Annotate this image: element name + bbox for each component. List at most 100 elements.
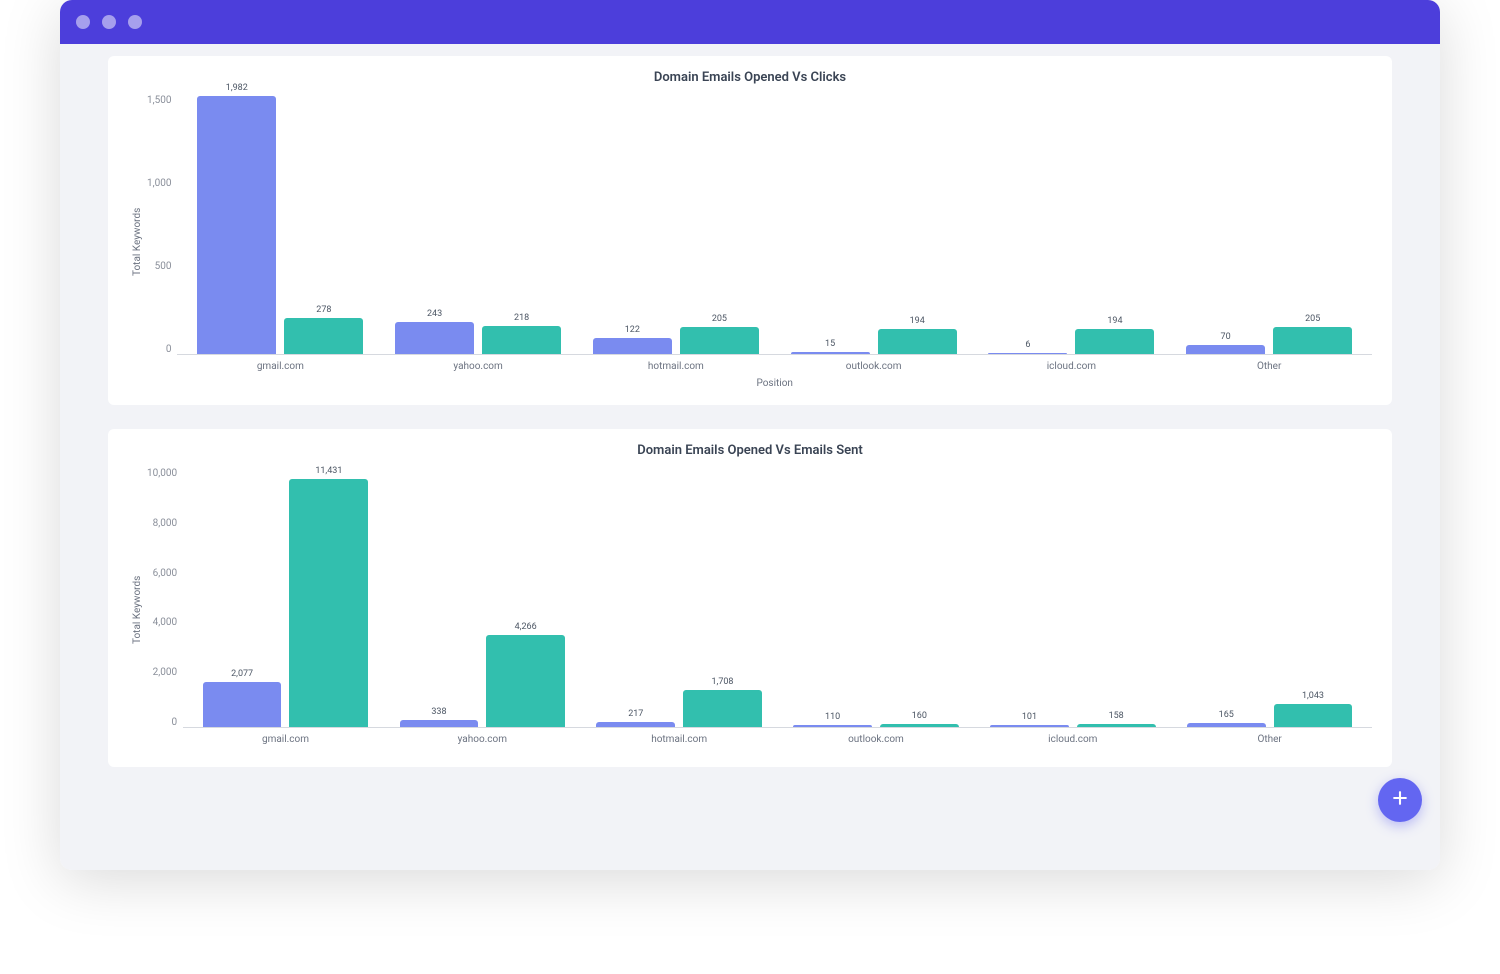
bar-wrap: 1,708 bbox=[683, 677, 762, 727]
browser-frame: Domain Emails Opened Vs Clicks Total Key… bbox=[60, 0, 1440, 870]
bar-value-label: 1,982 bbox=[226, 83, 248, 93]
traffic-light-zoom[interactable] bbox=[128, 15, 142, 29]
bar[interactable] bbox=[1077, 724, 1156, 727]
bar-wrap: 338 bbox=[400, 707, 479, 727]
x-tick-label: yahoo.com bbox=[379, 361, 577, 372]
bar-value-label: 1,043 bbox=[1302, 691, 1324, 701]
bar[interactable] bbox=[289, 479, 368, 727]
chart-card-opened-vs-clicks: Domain Emails Opened Vs Clicks Total Key… bbox=[108, 56, 1392, 405]
bar-wrap: 217 bbox=[596, 709, 675, 727]
bars-row: 2,07711,4313384,2662171,7081101601011581… bbox=[183, 468, 1372, 728]
bar[interactable] bbox=[593, 338, 672, 354]
y-tick: 0 bbox=[171, 717, 177, 728]
y-axis-label: Total Keywords bbox=[128, 95, 147, 389]
y-tick: 8,000 bbox=[153, 518, 177, 529]
bar[interactable] bbox=[878, 329, 957, 354]
bar-value-label: 194 bbox=[1107, 316, 1122, 326]
bar[interactable] bbox=[793, 725, 872, 727]
traffic-light-minimize[interactable] bbox=[102, 15, 116, 29]
y-tick: 6,000 bbox=[153, 568, 177, 579]
browser-header bbox=[60, 0, 1440, 44]
plot-area: 2,07711,4313384,2662171,7081101601011581… bbox=[183, 468, 1372, 751]
x-tick-label: Other bbox=[1171, 734, 1368, 745]
bar-wrap: 205 bbox=[1273, 314, 1352, 354]
bar[interactable] bbox=[683, 690, 762, 727]
bar-value-label: 194 bbox=[910, 316, 925, 326]
bar[interactable] bbox=[486, 635, 565, 727]
bar[interactable] bbox=[1274, 704, 1353, 727]
category-group: 101 158 bbox=[974, 711, 1171, 727]
bar[interactable] bbox=[596, 722, 675, 727]
bar-wrap: 160 bbox=[880, 711, 959, 727]
bar-wrap: 218 bbox=[482, 313, 561, 354]
bar[interactable] bbox=[203, 682, 282, 727]
y-axis-ticks: 10,000 8,000 6,000 4,000 2,000 0 bbox=[147, 468, 183, 728]
bar[interactable] bbox=[1075, 329, 1154, 354]
bar[interactable] bbox=[680, 327, 759, 354]
x-axis-labels: gmail.comyahoo.comhotmail.comoutlook.com… bbox=[183, 728, 1372, 745]
x-tick-label: yahoo.com bbox=[384, 734, 581, 745]
traffic-lights bbox=[76, 15, 142, 29]
bar[interactable] bbox=[791, 352, 870, 354]
y-axis-ticks: 1,500 1,000 500 0 bbox=[147, 95, 177, 355]
y-tick: 2,000 bbox=[153, 667, 177, 678]
chart-body: Total Keywords 10,000 8,000 6,000 4,000 2,00… bbox=[128, 468, 1372, 751]
bar-wrap: 1,982 bbox=[197, 83, 276, 354]
bar-value-label: 217 bbox=[628, 709, 643, 719]
bar-value-label: 218 bbox=[514, 313, 529, 323]
y-tick: 1,500 bbox=[147, 95, 171, 106]
y-tick: 1,000 bbox=[147, 178, 171, 189]
bar[interactable] bbox=[395, 322, 474, 354]
bar-wrap: 278 bbox=[284, 305, 363, 354]
add-button[interactable] bbox=[1378, 778, 1422, 822]
bar[interactable] bbox=[1187, 723, 1266, 727]
bar-wrap: 70 bbox=[1186, 332, 1265, 354]
category-group: 217 1,708 bbox=[581, 677, 778, 727]
chart-title: Domain Emails Opened Vs Emails Sent bbox=[128, 443, 1372, 458]
x-tick-label: gmail.com bbox=[187, 734, 384, 745]
y-tick: 4,000 bbox=[153, 617, 177, 628]
y-axis-label: Total Keywords bbox=[128, 468, 147, 751]
bar[interactable] bbox=[482, 326, 561, 354]
x-axis-labels: gmail.comyahoo.comhotmail.comoutlook.com… bbox=[177, 355, 1372, 372]
x-tick-label: hotmail.com bbox=[577, 361, 775, 372]
bar-wrap: 122 bbox=[593, 325, 672, 354]
bar-value-label: 70 bbox=[1221, 332, 1231, 342]
bar-wrap: 194 bbox=[878, 316, 957, 354]
bar-wrap: 165 bbox=[1187, 710, 1266, 727]
chart-body: Total Keywords 1,5001,0005000 1,98227824… bbox=[128, 95, 1372, 389]
plus-icon bbox=[1390, 788, 1410, 812]
bar-value-label: 122 bbox=[625, 325, 640, 335]
plot-area: 1,98227824321812220515194619470205 gmail… bbox=[177, 95, 1372, 389]
bar-value-label: 4,266 bbox=[515, 622, 537, 632]
bar[interactable] bbox=[1186, 345, 1265, 354]
bar-value-label: 15 bbox=[825, 339, 835, 349]
bar[interactable] bbox=[988, 353, 1067, 354]
bar-wrap: 1,043 bbox=[1274, 691, 1353, 727]
category-group: 15 194 bbox=[775, 316, 973, 354]
bar[interactable] bbox=[1273, 327, 1352, 354]
bar[interactable] bbox=[990, 725, 1069, 727]
category-group: 6 194 bbox=[973, 316, 1171, 354]
bar-value-label: 278 bbox=[316, 305, 331, 315]
bar[interactable] bbox=[400, 720, 479, 727]
bar-value-label: 165 bbox=[1219, 710, 1234, 720]
bar[interactable] bbox=[284, 318, 363, 354]
bar-value-label: 101 bbox=[1022, 712, 1037, 722]
y-tick: 500 bbox=[155, 261, 172, 272]
bar-wrap: 205 bbox=[680, 314, 759, 354]
traffic-light-close[interactable] bbox=[76, 15, 90, 29]
bar-wrap: 6 bbox=[988, 340, 1067, 354]
bar[interactable] bbox=[880, 724, 959, 727]
bar-value-label: 160 bbox=[912, 711, 927, 721]
bar-wrap: 158 bbox=[1077, 711, 1156, 727]
y-tick: 0 bbox=[166, 344, 172, 355]
category-group: 243218 bbox=[379, 309, 577, 354]
x-tick-label: gmail.com bbox=[181, 361, 379, 372]
category-group: 2,07711,431 bbox=[187, 466, 384, 727]
category-group: 110160 bbox=[778, 711, 975, 727]
bar[interactable] bbox=[197, 96, 276, 354]
y-tick: 10,000 bbox=[147, 468, 177, 479]
x-tick-label: icloud.com bbox=[974, 734, 1171, 745]
bar-value-label: 1,708 bbox=[711, 677, 733, 687]
